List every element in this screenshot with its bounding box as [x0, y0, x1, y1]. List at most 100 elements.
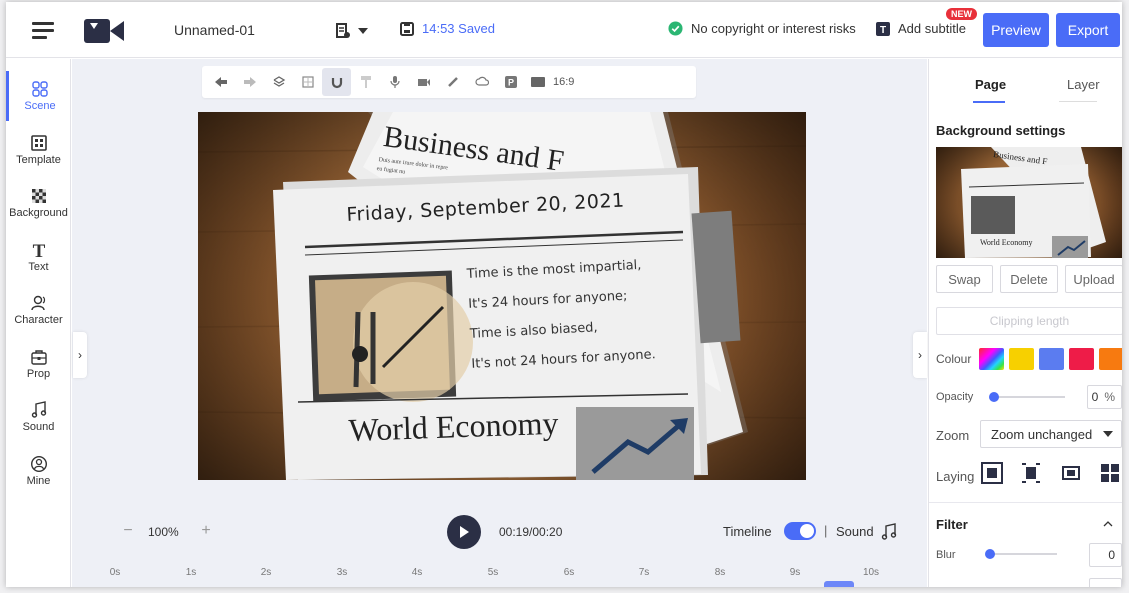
chevron-down-icon — [1103, 431, 1113, 437]
thumbnail-footer: World Economy — [980, 238, 1033, 247]
tab-page[interactable]: Page — [975, 77, 1006, 92]
scene-icon — [32, 81, 48, 97]
sidebar-item-prop[interactable]: Prop — [6, 339, 71, 389]
svg-text:T: T — [32, 241, 45, 259]
next-filter-input[interactable] — [1089, 578, 1122, 587]
sidebar-item-character[interactable]: Character — [6, 285, 71, 335]
active-tab-indicator — [973, 101, 1005, 103]
hamburger-menu-icon[interactable] — [32, 22, 54, 40]
document-dropdown[interactable] — [336, 21, 368, 41]
sidebar-label-sound: Sound — [22, 421, 55, 433]
expand-right-icon[interactable]: › — [913, 332, 927, 378]
upload-button[interactable]: Upload — [1065, 265, 1122, 293]
aspect-icon — [531, 77, 545, 87]
section-divider — [929, 502, 1122, 503]
ruler-tick-label: 8s — [714, 567, 726, 578]
aspect-ratio-selector[interactable]: 16:9 — [531, 76, 574, 88]
sidebar-item-template[interactable]: Template — [6, 125, 71, 175]
undo-icon[interactable] — [206, 68, 235, 96]
sound-label: Sound — [836, 524, 874, 539]
cloud-icon[interactable] — [467, 68, 496, 96]
blur-slider-knob[interactable] — [985, 549, 995, 559]
svg-text:T: T — [880, 25, 886, 36]
lay-stretch-icon[interactable] — [1060, 462, 1082, 484]
filter-title: Filter — [936, 517, 968, 532]
opacity-input[interactable]: 0% — [1087, 385, 1122, 409]
save-icon — [400, 21, 414, 36]
opacity-value: 0 — [1091, 390, 1099, 404]
poem-block: Time is the most impartial, It's 24 hour… — [466, 250, 656, 379]
colour-swatch-orange[interactable] — [1099, 348, 1122, 370]
redo-icon[interactable] — [235, 68, 264, 96]
timeline-label: Timeline — [723, 524, 772, 539]
colour-swatch-blue[interactable] — [1039, 348, 1064, 370]
laying-label: Laying — [936, 469, 975, 484]
blur-input[interactable]: 0 — [1089, 543, 1122, 567]
lay-fit-icon[interactable] — [981, 462, 1003, 484]
grid-icon[interactable] — [293, 68, 322, 96]
logo-icon — [84, 19, 124, 43]
paint-roller-icon[interactable] — [351, 68, 380, 96]
timecode: 00:19/00:20 — [499, 525, 563, 539]
sidebar-item-mine[interactable]: Mine — [6, 446, 71, 496]
expand-left-icon[interactable]: › — [73, 332, 87, 378]
opacity-unit: % — [1104, 390, 1115, 404]
lay-center-icon[interactable] — [1020, 462, 1042, 484]
prop-icon — [30, 350, 47, 365]
play-button[interactable] — [447, 515, 481, 549]
chevron-down-icon — [358, 28, 368, 34]
timeline-ruler[interactable]: 0s 1s 2s 3s 4s 5s 6s 7s 8s 9s 10s — [72, 564, 927, 587]
zoom-out-icon[interactable]: − — [120, 522, 136, 539]
timeline-toggle[interactable] — [784, 522, 816, 540]
colour-swatch-red[interactable] — [1069, 348, 1094, 370]
parking-icon[interactable]: P — [496, 68, 525, 96]
sidebar-item-background[interactable]: Background — [6, 178, 71, 228]
sidebar-item-scene[interactable]: Scene — [6, 71, 71, 121]
swap-button[interactable]: Swap — [936, 265, 993, 293]
delete-button[interactable]: Delete — [1000, 265, 1058, 293]
sidebar-label-text: Text — [28, 261, 49, 273]
sidebar-item-text[interactable]: T Text — [6, 232, 71, 282]
preview-button[interactable]: Preview — [983, 13, 1049, 47]
add-subtitle-label: Add subtitle — [898, 21, 966, 36]
project-name[interactable]: Unnamed-01 — [174, 22, 255, 38]
ruler-tick-label: 4s — [411, 567, 423, 578]
zoom-label: Zoom — [936, 428, 970, 443]
top-bar: Unnamed-01 14:53 Saved No copyright or i… — [6, 2, 1122, 58]
stage-canvas[interactable]: Business and F Duis aute irure dolor in … — [198, 112, 806, 480]
colour-picker-swatch[interactable] — [979, 348, 1004, 370]
lay-tile-icon[interactable] — [1099, 462, 1121, 484]
playhead-marker[interactable] — [824, 581, 854, 587]
music-note-icon[interactable] — [880, 523, 898, 541]
ruler-tick-label: 6s — [563, 567, 575, 578]
microphone-icon[interactable] — [380, 68, 409, 96]
panel-tabs: Page Layer — [929, 59, 1122, 103]
sidebar-item-sound[interactable]: Sound — [6, 392, 71, 442]
colour-swatch-yellow[interactable] — [1009, 348, 1034, 370]
blur-slider[interactable] — [985, 549, 1057, 559]
tab-layer[interactable]: Layer — [1067, 77, 1100, 92]
camera-icon[interactable] — [409, 68, 438, 96]
opacity-slider[interactable] — [989, 392, 1065, 402]
zoom-in-icon[interactable]: + — [198, 522, 214, 539]
opacity-label: Opacity — [936, 391, 974, 403]
play-icon — [460, 526, 469, 538]
magnet-icon[interactable] — [322, 68, 351, 96]
add-subtitle-button[interactable]: T Add subtitle — [876, 21, 966, 36]
opacity-slider-knob[interactable] — [989, 392, 999, 402]
saved-text: 14:53 Saved — [422, 21, 496, 36]
chevron-up-icon[interactable] — [1103, 521, 1113, 527]
pen-icon[interactable] — [438, 68, 467, 96]
ruler-tick-label: 9s — [789, 567, 801, 578]
sidebar-label-background: Background — [9, 207, 68, 219]
clipping-length-button[interactable]: Clipping length — [936, 307, 1122, 335]
ruler-tick-label: 2s — [260, 567, 272, 578]
aspect-ratio-label: 16:9 — [553, 76, 575, 88]
export-button[interactable]: Export — [1056, 13, 1120, 47]
zoom-select[interactable]: Zoom unchanged — [980, 420, 1122, 448]
copyright-text: No copyright or interest risks — [691, 21, 856, 36]
properties-panel: Page Layer Background settings Business … — [928, 59, 1122, 587]
ruler-tick-label: 7s — [638, 567, 650, 578]
background-thumbnail[interactable]: Business and F World Economy — [936, 147, 1122, 258]
layers-icon[interactable] — [264, 68, 293, 96]
